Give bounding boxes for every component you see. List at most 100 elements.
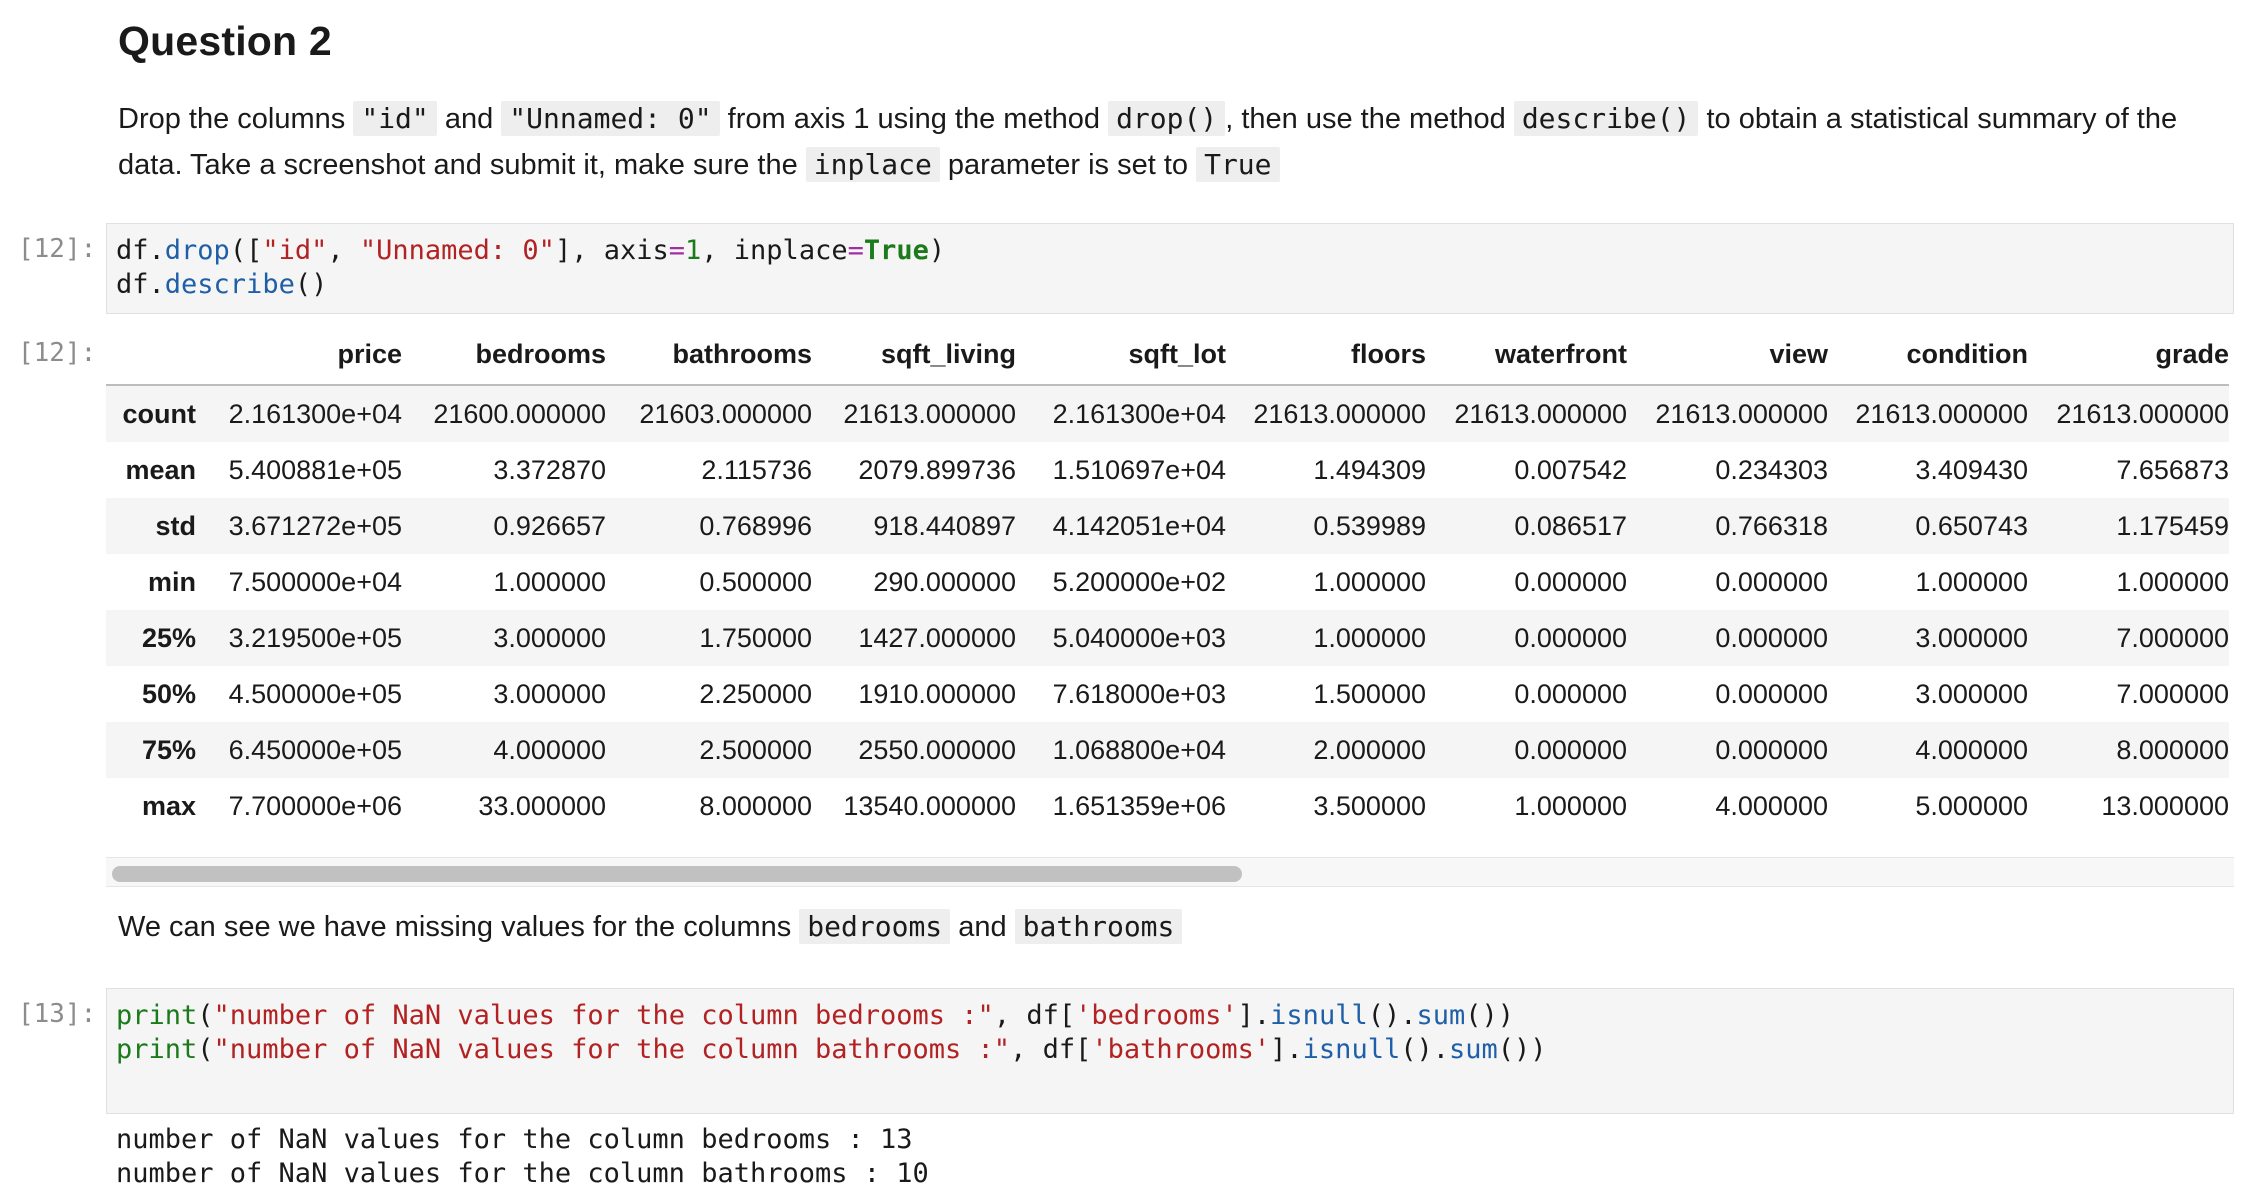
code-token: ([ (229, 235, 263, 266)
table-corner (106, 328, 196, 386)
table-cell: 3.000000 (1915, 678, 2028, 709)
table-cell: 3.000000 (493, 678, 606, 709)
scrollbar-thumb[interactable] (112, 866, 1242, 882)
row-label: 75% (141, 734, 196, 765)
table-cell: 4.000000 (1715, 790, 1828, 821)
table-cell: 7.656873 (2116, 454, 2229, 485)
code-token: isnull (1302, 1034, 1401, 1065)
row-label: count (122, 398, 197, 429)
table-cell: 7.618000e+03 (1052, 678, 1226, 709)
code-token: drop (164, 235, 230, 266)
table-cell: 2.161300e+04 (1052, 398, 1226, 429)
column-header: sqft_living (812, 328, 1016, 386)
column-header: bedrooms (402, 328, 606, 386)
row-label: max (141, 790, 196, 821)
table-cell: 0.007542 (1514, 454, 1627, 485)
table-cell: 2.000000 (1313, 734, 1426, 765)
table-row: max 7.700000e+06 33.000000 8.000000 13540.00… (106, 778, 2229, 830)
question-description: Drop the columns "id" and "Unnamed: 0" f… (118, 96, 2218, 188)
table-cell: 4.000000 (493, 734, 606, 765)
table-cell: 0.500000 (699, 566, 812, 597)
table-cell: 0.000000 (1715, 622, 1828, 653)
table-cell: 2.250000 (699, 678, 812, 709)
table-row: 25% 3.219500e+05 3.000000 1.750000 1427.0000… (106, 610, 2229, 666)
table-cell: 0.000000 (1514, 622, 1627, 653)
inline-code: "id" (353, 101, 437, 136)
table-cell: 33.000000 (478, 790, 606, 821)
table-cell: 0.000000 (1514, 566, 1627, 597)
code-token: "id" (262, 235, 328, 266)
table-cell: 0.000000 (1715, 566, 1828, 597)
missing-values-note: We can see we have missing values for th… (118, 904, 2218, 950)
code-token: print (116, 1000, 198, 1031)
column-header: bathrooms (606, 328, 812, 386)
inline-code: "Unnamed: 0" (501, 101, 720, 136)
code-token: , inplace (701, 235, 848, 266)
table-cell: 0.086517 (1514, 510, 1627, 541)
table-cell: 3.372870 (493, 454, 606, 485)
text: parameter is set to (947, 149, 1189, 181)
column-header: view (1627, 328, 1828, 386)
row-label: mean (125, 454, 196, 485)
table-cell: 1.000000 (493, 566, 606, 597)
code-token: ()) (1465, 1000, 1515, 1031)
code-token: () (294, 269, 328, 300)
table-cell: 3.671272e+05 (228, 510, 402, 541)
table-cell: 1910.000000 (858, 678, 1016, 709)
column-header: condition (1828, 328, 2028, 386)
table-cell: 1.000000 (1313, 566, 1426, 597)
code-token: 'bedrooms' (1075, 1000, 1238, 1031)
code-token: sum (1449, 1034, 1498, 1065)
table-cell: 1.000000 (1915, 566, 2028, 597)
table-cell: 3.000000 (493, 622, 606, 653)
table-cell: 5.400881e+05 (228, 454, 402, 485)
table-cell: 3.409430 (1915, 454, 2028, 485)
table-cell: 13.000000 (2101, 790, 2229, 821)
code-token: "number of NaN values for the column bat… (213, 1034, 1011, 1065)
table-cell: 2.161300e+04 (228, 398, 402, 429)
inline-code: inplace (805, 147, 940, 182)
code-token: df. (116, 269, 165, 300)
table-cell: 5.200000e+02 (1052, 566, 1226, 597)
table-cell: 290.000000 (873, 566, 1016, 597)
row-label: min (147, 566, 196, 597)
table-cell: 5.000000 (1915, 790, 2028, 821)
horizontal-scrollbar[interactable] (106, 857, 2234, 887)
code-token: 1 (685, 235, 702, 266)
text: and (444, 103, 494, 135)
table-cell: 1.750000 (699, 622, 812, 653)
code-token: , df[ (1010, 1034, 1092, 1065)
table-cell: 7.000000 (2116, 622, 2229, 653)
code-token: ) (928, 235, 946, 266)
code-token: ( (197, 1034, 214, 1065)
table-row: count 2.161300e+04 21600.000000 21603.00000… (106, 385, 2229, 442)
code-token: ( (197, 1000, 214, 1031)
code-token: 'bathrooms' (1091, 1034, 1271, 1065)
table-cell: 1427.000000 (858, 622, 1016, 653)
table-cell: 4.500000e+05 (228, 678, 402, 709)
code-token: "Unnamed: 0" (359, 235, 555, 266)
row-label: 50% (141, 678, 196, 709)
table-cell: 1.175459 (2116, 510, 2229, 541)
code-cell-12[interactable]: df.drop(["id", "Unnamed: 0"], axis=1, in… (106, 223, 2234, 314)
text: , then use the method (1225, 103, 1506, 135)
table-cell: 13540.000000 (843, 790, 1016, 821)
stdout-line: number of NaN values for the column bath… (116, 1158, 929, 1189)
code-token: "number of NaN values for the column bed… (213, 1000, 994, 1031)
table-cell: 2550.000000 (858, 734, 1016, 765)
table-cell: 1.000000 (1514, 790, 1627, 821)
table-cell: 0.000000 (1514, 678, 1627, 709)
text: We can see we have missing values for th… (118, 911, 792, 943)
dataframe-output: price bedrooms bathrooms sqft_living sqft_lo… (106, 328, 2234, 830)
question-heading: Question 2 (118, 18, 332, 64)
stdout-line: number of NaN values for the column bedr… (116, 1124, 913, 1155)
code-token: ]. (1270, 1034, 1303, 1065)
table-cell: 0.000000 (1715, 678, 1828, 709)
table-cell: 1.494309 (1313, 454, 1426, 485)
table-row: min 7.500000e+04 1.000000 0.500000 290.00000… (106, 554, 2229, 610)
column-header: price (196, 328, 402, 386)
code-cell-13[interactable]: print("number of NaN values for the colu… (106, 988, 2234, 1114)
code-token: = (847, 235, 864, 266)
table-cell: 21613.000000 (1655, 398, 1828, 429)
code-token: ]. (1237, 1000, 1271, 1031)
